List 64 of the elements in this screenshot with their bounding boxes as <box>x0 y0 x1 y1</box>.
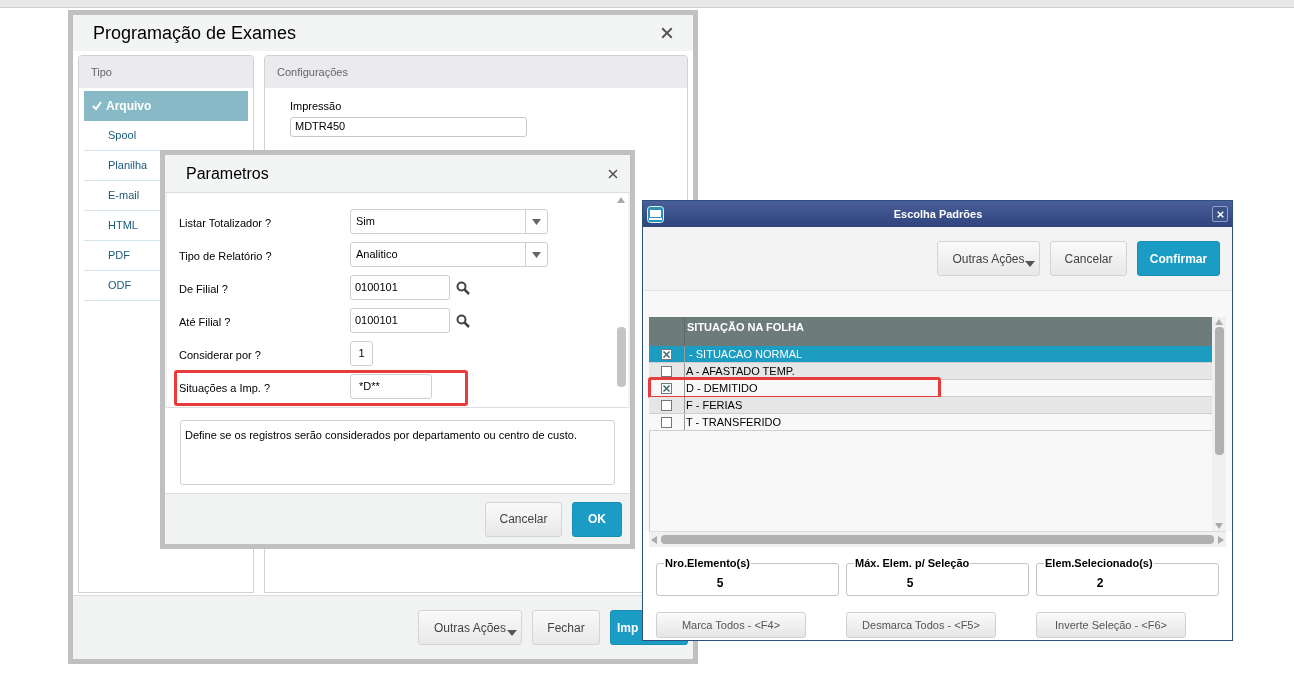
caret-icon <box>507 630 517 636</box>
action-button[interactable]: Marca Todos - <F4> <box>656 612 806 639</box>
counter-value: 5 <box>716 575 724 592</box>
select-field[interactable]: Sim <box>350 209 548 234</box>
table-cell-text: F - FERIAS <box>685 398 743 413</box>
type-label: Arquivo <box>106 98 152 115</box>
scrollbar-thumb[interactable] <box>616 327 626 387</box>
action-button[interactable]: Inverte Seleção - <F6> <box>1036 612 1186 639</box>
action-button[interactable]: Cancelar <box>1050 241 1127 276</box>
close-icon[interactable] <box>661 27 673 39</box>
check-icon <box>92 101 102 111</box>
type-label: PDF <box>108 248 130 264</box>
action-button[interactable]: Fechar <box>532 610 600 645</box>
counter-value: 5 <box>906 575 914 592</box>
text-field[interactable]: 1 <box>350 341 373 366</box>
type-label: Planilha <box>108 158 148 174</box>
param-label: Considerar por ? <box>179 348 262 363</box>
caret-icon <box>532 218 541 225</box>
text-field[interactable]: MDTR450 <box>290 116 527 137</box>
param-label: Até Filial ? <box>179 315 232 330</box>
dialog-title: Parametros <box>186 163 269 184</box>
checkbox[interactable] <box>661 416 672 428</box>
window-title: Programação de Exames <box>93 21 297 45</box>
menu-button[interactable]: Outras Ações <box>418 610 522 645</box>
text-field[interactable]: *D** <box>350 374 432 399</box>
table-cell-text: - SITUACAO NORMAL <box>688 347 803 362</box>
param-label: De Filial ? <box>179 282 229 297</box>
param-label: Tipo de Relatório ? <box>179 249 273 264</box>
table-cell-text: T - TRANSFERIDO <box>685 415 781 430</box>
panel-title: Configurações <box>277 64 348 80</box>
window-icon <box>647 205 664 223</box>
dialog-title: Escolha Padrões <box>893 206 983 222</box>
table-row[interactable]: F - FERIAS <box>649 397 1212 414</box>
param-label: Situações a Imp. ? <box>179 381 272 396</box>
action-button[interactable]: Desmarca Todos - <F5> <box>846 612 996 639</box>
text-field[interactable]: 0100101 <box>350 308 450 333</box>
param-label: Listar Totalizador ? <box>179 216 273 231</box>
checkbox[interactable] <box>661 348 672 360</box>
checkbox[interactable] <box>661 399 672 411</box>
text-field[interactable]: 0100101 <box>350 275 450 300</box>
type-label: Spool <box>108 128 137 144</box>
type-label: HTML <box>108 218 138 234</box>
table-cell-text: D - DEMITIDO <box>685 381 758 396</box>
caret-icon <box>532 251 541 258</box>
checkbox[interactable] <box>661 365 672 377</box>
caret-icon <box>1025 261 1035 267</box>
action-button[interactable]: Cancelar <box>485 501 562 537</box>
close-icon[interactable] <box>608 168 618 179</box>
search-icon[interactable] <box>456 313 470 328</box>
table-row[interactable]: T - TRANSFERIDO <box>649 414 1212 431</box>
table-cell-text: A - AFASTADO TEMP. <box>685 364 795 379</box>
type-label: E-mail <box>108 188 140 204</box>
table-row[interactable]: D - DEMITIDO <box>649 380 1212 397</box>
scroll-up-icon[interactable] <box>617 197 625 203</box>
menu-button[interactable]: Outras Ações <box>937 241 1040 276</box>
field-label: Impressão <box>290 99 343 114</box>
select-field[interactable]: Analitico <box>350 242 548 267</box>
description-box: Define se os registros serão considerados por departamento ou centro de custo. <box>180 420 615 485</box>
close-button[interactable] <box>1212 206 1228 222</box>
counter-value: 2 <box>1096 575 1104 592</box>
checkbox[interactable] <box>661 382 672 394</box>
panel-title: Tipo <box>91 64 112 80</box>
search-icon[interactable] <box>456 280 470 295</box>
type-label: ODF <box>108 278 132 294</box>
